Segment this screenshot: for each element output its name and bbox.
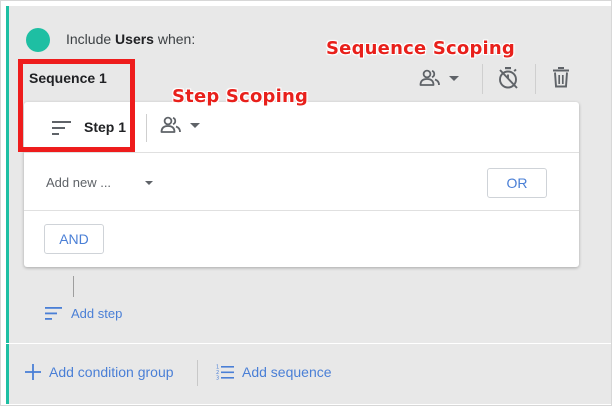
add-step-button[interactable]: Add step [45,306,122,321]
timer-off-icon [499,67,518,89]
plus-icon [25,364,41,380]
caret-down-icon [449,76,459,81]
svg-text:3: 3 [216,376,219,381]
sequence-scope-dropdown[interactable] [419,64,461,92]
add-condition-group-label: Add condition group [49,364,174,380]
annotation-step-scoping: Step Scoping [172,86,309,107]
or-button[interactable]: OR [487,168,547,198]
annotation-sequence-scoping: Sequence Scoping [326,38,515,59]
include-toggle-dot[interactable] [26,28,50,52]
users-scope-icon [160,116,181,133]
bottom-divider [197,360,198,386]
step-header-divider [146,114,147,142]
toolbar-divider [535,64,536,94]
add-sequence-button[interactable]: 1 2 3 Add sequence [216,364,332,380]
include-entity[interactable]: Users [115,31,154,47]
delete-sequence-button[interactable] [552,66,570,88]
sort-lines-icon [45,307,62,320]
caret-down-icon[interactable] [144,180,154,187]
add-sequence-label: Add sequence [242,364,332,380]
caret-down-icon [190,123,200,128]
users-scope-icon [419,69,440,86]
toolbar-divider [482,64,483,94]
condition-row: Add new ... OR [24,153,579,211]
trash-icon [553,67,569,88]
section-divider [6,343,611,344]
annotation-highlight-box [18,59,135,152]
add-new-condition-select[interactable]: Add new ... [46,175,111,190]
add-condition-group-button[interactable]: Add condition group [25,364,174,380]
include-suffix: when: [153,31,196,47]
numbered-list-icon: 1 2 3 [216,365,234,381]
add-step-label: Add step [71,306,123,321]
include-statement: Include Users when: [66,31,195,47]
step-connector-line [73,276,74,297]
include-prefix: Include [66,31,116,47]
and-row: AND [24,211,579,267]
time-constraint-button[interactable] [497,66,519,90]
step-scope-dropdown[interactable] [160,116,202,134]
and-button[interactable]: AND [44,224,104,254]
